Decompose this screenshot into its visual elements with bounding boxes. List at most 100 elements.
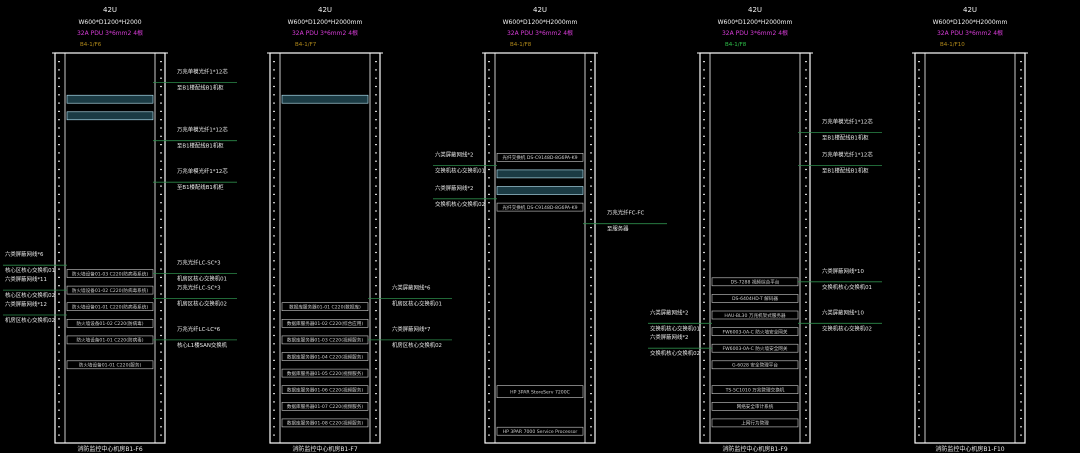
rail-hole-mark xyxy=(375,168,377,171)
rail-hole-mark xyxy=(703,127,705,129)
rail-hole-mark xyxy=(590,69,592,71)
rail-hole-mark xyxy=(590,152,592,154)
rail-hole-mark xyxy=(58,152,60,154)
rail-hole-mark xyxy=(160,102,162,104)
rail-hole-mark xyxy=(703,260,705,262)
rail-hole-mark xyxy=(488,251,490,254)
rail-hole-mark xyxy=(590,409,592,411)
rail-hole-mark xyxy=(918,351,920,353)
rail-hole-mark xyxy=(703,417,705,420)
callout-cable-label: 万兆光纤LC-SC*3 xyxy=(177,259,221,267)
rail-hole-mark xyxy=(590,393,592,395)
rail-hole-mark xyxy=(703,293,705,295)
rail-hole-mark xyxy=(1020,384,1022,386)
rail-hole-mark xyxy=(590,401,592,403)
rail-hole-mark xyxy=(1020,144,1022,146)
rail-hole-mark xyxy=(590,85,592,88)
rail-hole-mark xyxy=(1020,293,1022,295)
rail-hole-mark xyxy=(1020,235,1022,237)
rail-hole-mark xyxy=(590,251,592,254)
rail-hole-mark xyxy=(1020,434,1022,436)
rail-hole-mark xyxy=(375,301,377,303)
rail-hole-mark xyxy=(703,310,705,312)
rail-hole-mark xyxy=(160,69,162,71)
rail-hole-mark xyxy=(58,384,60,386)
rail-hole-mark xyxy=(375,409,377,411)
rail-hole-mark xyxy=(488,218,490,220)
rail-hole-mark xyxy=(273,285,275,287)
rail-hole-mark xyxy=(58,260,60,262)
callout-destination-label: 机房区核心交换机01 xyxy=(392,299,442,307)
rail-hole-mark xyxy=(590,160,592,162)
rail-hole-mark xyxy=(805,193,807,195)
rail-hole-mark xyxy=(273,351,275,353)
rail-hole-mark xyxy=(805,218,807,220)
rail-hole-mark xyxy=(273,243,275,245)
rail-hole-mark xyxy=(58,144,60,146)
rail-hole-mark xyxy=(273,160,275,162)
rail-hole-mark xyxy=(1020,202,1022,204)
rail-hole-mark xyxy=(1020,152,1022,154)
callout-cable-label: 六类屏蔽网线*6 xyxy=(392,283,431,291)
rail-hole-mark xyxy=(805,334,807,337)
rail-hole-mark xyxy=(1020,160,1022,162)
rail-hole-mark xyxy=(488,260,490,262)
rail-hole-mark xyxy=(273,193,275,195)
rail-hole-mark xyxy=(1020,301,1022,303)
callout-cable-label: 六类屏蔽网线*7 xyxy=(392,325,430,333)
rail-hole-mark xyxy=(375,376,377,378)
rail-hole-mark xyxy=(805,202,807,204)
callout-cable-label: 万兆光纤LC-SC*3 xyxy=(177,283,221,291)
callout-destination-label: 机房区核心交换机02 xyxy=(392,341,442,349)
rail-hole-mark xyxy=(160,177,162,179)
rail-hole-mark xyxy=(1020,251,1022,254)
rail-hole-mark xyxy=(58,276,60,278)
rail-hole-mark xyxy=(58,235,60,237)
callout-destination-label: 至B1楼配线B1机柜 xyxy=(177,183,224,191)
rack-dimensions-label: W600*D1200*H2000mm xyxy=(933,19,1008,26)
rail-hole-mark xyxy=(918,218,920,220)
rail-hole-mark xyxy=(160,384,162,386)
rail-hole-mark xyxy=(273,434,275,436)
rail-hole-mark xyxy=(273,268,275,270)
rail-hole-mark xyxy=(805,243,807,245)
rack-device xyxy=(496,186,584,195)
rail-hole-mark xyxy=(375,193,377,195)
rail-hole-mark xyxy=(58,417,60,420)
rack-device-label: 光纤交换机 DS-C9148D-8G6PA-K9 xyxy=(502,204,577,211)
callout-destination-label: 交换机核心交换机01 xyxy=(435,167,485,175)
rail-hole-mark xyxy=(273,218,275,220)
callout-cable-label: 万兆单模光纤1*12芯 xyxy=(822,151,873,159)
rail-hole-mark xyxy=(375,144,377,146)
rail-hole-mark xyxy=(273,251,275,254)
rail-hole-mark xyxy=(273,102,275,104)
callout-cable-label: 六类屏蔽网线*2 xyxy=(435,184,473,192)
rail-hole-mark xyxy=(488,426,490,428)
rail-hole-mark xyxy=(488,235,490,237)
rail-hole-mark xyxy=(375,417,377,420)
rail-hole-mark xyxy=(273,368,275,370)
rail-hole-mark xyxy=(488,69,490,71)
rail-hole-mark xyxy=(58,135,60,137)
rail-hole-mark xyxy=(918,359,920,361)
rail-hole-mark xyxy=(918,61,920,63)
rail-hole-mark xyxy=(590,202,592,204)
rail-hole-mark xyxy=(805,276,807,278)
rack-device xyxy=(66,111,154,121)
rail-hole-mark xyxy=(273,135,275,137)
rack-device-label: 数据库服务器01-02 C220(综合应用) xyxy=(287,320,364,327)
rail-hole-mark xyxy=(160,426,162,428)
rail-hole-mark xyxy=(160,119,162,121)
rail-hole-mark xyxy=(703,77,705,79)
rail-hole-mark xyxy=(703,85,705,88)
rail-hole-mark xyxy=(1020,102,1022,104)
rail-hole-mark xyxy=(703,119,705,121)
rail-hole-mark xyxy=(488,276,490,278)
rack-device-label: 数据库服务器01-03 C220(视频服务) xyxy=(287,337,364,344)
rail-hole-mark xyxy=(1020,218,1022,220)
rail-hole-mark xyxy=(918,376,920,378)
rail-hole-mark xyxy=(805,144,807,146)
rail-hole-mark xyxy=(918,85,920,88)
rack-device-label: TS-5C1010 万兆管理交换机 xyxy=(725,387,785,394)
rail-hole-mark xyxy=(488,85,490,88)
